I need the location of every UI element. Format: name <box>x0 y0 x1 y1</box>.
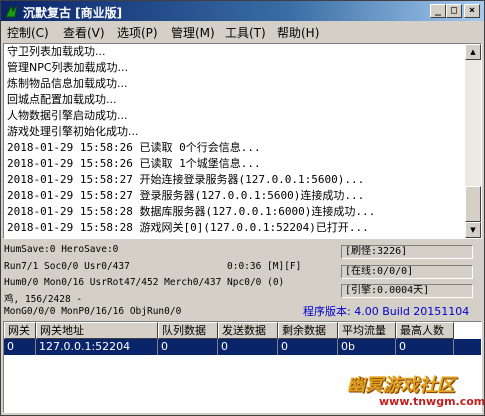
log-scrollbar[interactable]: ▲ ▼ <box>465 44 481 238</box>
close-button[interactable]: × <box>464 4 480 18</box>
column-header[interactable]: 最高人数 <box>396 322 454 339</box>
log-line: 人物数据引擎启动成功... <box>7 109 128 122</box>
watermark-title: 幽冥游戏社区 <box>347 375 455 396</box>
menu-help[interactable]: 帮助(H) <box>277 24 319 41</box>
log-line: 2018-01-29 15:58:27 开始连接登录服务器(127.0.0.1:… <box>7 173 365 186</box>
column-header[interactable]: 队列数据 <box>158 322 218 339</box>
menu-manage[interactable]: 管理(M) <box>171 24 215 41</box>
status-hum: Hum0/0 Mon0/16 UsrRot47/452 Merch0/437 N… <box>4 277 285 288</box>
online-counter: [在线:0/0/0] <box>341 265 473 279</box>
watermark-url: www.tnwgm.com <box>379 395 485 408</box>
menu-control[interactable]: 控制(C) <box>7 24 49 41</box>
window-title: 沉默复古 [商业版] <box>23 6 123 20</box>
engine-uptime: [引擎:0.0004天] <box>341 284 473 298</box>
maximize-button[interactable]: □ <box>446 4 462 18</box>
server-window: 沉默复古 [商业版] _ □ × 控制(C) 查看(V) 选项(P) 管理(M)… <box>0 0 485 416</box>
version-label: 程序版本: 4.00 Build 20151104 <box>303 305 470 318</box>
minimize-button[interactable]: _ <box>430 4 446 18</box>
scroll-up-icon[interactable]: ▲ <box>465 44 481 60</box>
log-line: 回城点配置加载成功... <box>7 93 117 106</box>
status-map: 鸡, 156/2428 - <box>4 294 83 305</box>
status-timer: 0:0:36 [M][F] <box>227 261 302 272</box>
menu-options[interactable]: 选项(P) <box>117 24 158 41</box>
log-line: 2018-01-29 15:58:28 游戏网关[0](127.0.0.1:52… <box>7 221 369 234</box>
menu-view[interactable]: 查看(V) <box>63 24 105 41</box>
column-header[interactable]: 网关 <box>4 322 36 339</box>
log-line: 2018-01-29 15:58:28 数据库服务器(127.0.0.1:600… <box>7 205 376 218</box>
status-monster: MonG0/0/0 MonP0/16/16 ObjRun0/0 <box>4 306 182 317</box>
column-header[interactable]: 剩余数据 <box>278 322 338 339</box>
table-cell: 0b <box>338 339 396 355</box>
status-save: HumSave:0 HeroSave:0 <box>4 244 119 255</box>
status-run: Run7/1 Soc0/0 Usr0/437 <box>4 261 130 272</box>
log-line: 守卫列表加载成功... <box>7 45 106 58</box>
table-cell: 0 <box>158 339 218 355</box>
table-cell: 0 <box>396 339 454 355</box>
column-header[interactable]: 平均流量 <box>338 322 396 339</box>
table-row[interactable]: 0 127.0.0.1:52204 0 0 0 0b 0 <box>4 339 481 355</box>
log-line: 游戏处理引擎初始化成功... <box>7 125 139 138</box>
log-line: 2018-01-29 15:58:26 已读取 0个行会信息... <box>7 141 261 154</box>
menu-tools[interactable]: 工具(T) <box>225 24 266 41</box>
table-cell: 0 <box>4 339 36 355</box>
column-header[interactable]: 网关地址 <box>36 322 158 339</box>
table-cell: 0 <box>218 339 278 355</box>
title-bar[interactable]: 沉默复古 [商业版] _ □ × <box>1 1 484 21</box>
column-header[interactable]: 发送数据 <box>218 322 278 339</box>
site-watermark: 幽冥游戏社区 www.tnwgm.com <box>339 369 485 413</box>
log-panel[interactable]: 守卫列表加载成功... 管理NPC列表加载成功... 炼制物品信息加载成功...… <box>3 43 482 239</box>
app-icon <box>5 4 18 18</box>
scroll-down-icon[interactable]: ▼ <box>465 222 481 238</box>
table-cell: 0 <box>278 339 338 355</box>
scroll-thumb[interactable] <box>465 186 481 222</box>
table-cell: 127.0.0.1:52204 <box>36 339 158 355</box>
log-line: 管理NPC列表加载成功... <box>7 61 129 74</box>
menu-bar: 控制(C) 查看(V) 选项(P) 管理(M) 工具(T) 帮助(H) <box>1 21 484 41</box>
log-line: 2018-01-29 15:58:27 登录服务器(127.0.0.1:5600… <box>7 189 365 202</box>
refresh-counter: [刷怪:3226] <box>341 245 473 259</box>
log-line: 炼制物品信息加载成功... <box>7 77 128 90</box>
log-line: 2018-01-29 15:58:26 已读取 1个城堡信息... <box>7 157 261 170</box>
